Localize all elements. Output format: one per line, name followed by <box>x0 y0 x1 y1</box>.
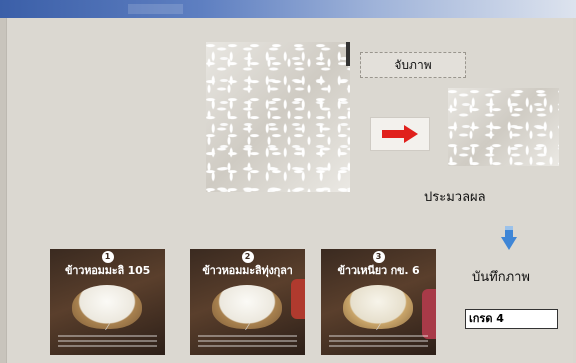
result-field[interactable]: เกรด 4 <box>465 309 558 329</box>
processed-rice-image <box>448 88 559 166</box>
rice-grain-icon: ⁄ <box>246 323 249 333</box>
image-edge-mark <box>346 42 350 66</box>
down-arrow-icon <box>501 226 517 250</box>
card-title: ข้าวหอมมะลิ 105 <box>64 264 151 277</box>
card-title: ข้าวเหนียว กข. 6 <box>337 264 420 277</box>
card-caption <box>58 335 157 349</box>
card-title: ข้าวหอมมะลิทุ่งกุลา <box>202 264 293 277</box>
rice-card-1[interactable]: 1 ข้าวหอมมะลิ 105 ⁄ <box>50 249 165 355</box>
rice-grain-icon: ⁄ <box>106 323 109 333</box>
right-arrow-icon <box>382 125 418 143</box>
captured-rice-image <box>206 42 350 192</box>
rice-card-3[interactable]: 3 ข้าวเหนียว กข. 6 ⁄ <box>321 249 436 355</box>
capture-button[interactable]: จับภาพ <box>360 52 466 78</box>
card-caption <box>329 335 428 349</box>
rice-grain-icon: ⁄ <box>377 323 380 333</box>
process-label: ประมวลผล <box>424 190 486 205</box>
card-caption <box>198 335 297 349</box>
process-arrow-button[interactable] <box>370 117 430 151</box>
side-decoration <box>291 279 305 319</box>
titlebar-highlight <box>128 4 183 14</box>
capture-button-label: จับภาพ <box>394 57 432 72</box>
save-image-label: บันทึกภาพ <box>471 269 531 285</box>
rice-card-2[interactable]: 2 ข้าวหอมมะลิทุ่งกุลา ⁄ <box>190 249 305 355</box>
save-image-button[interactable]: บันทึกภาพ <box>467 262 535 290</box>
side-decoration <box>422 289 436 339</box>
window-titlebar <box>0 0 576 18</box>
down-arrow-button[interactable] <box>501 225 517 251</box>
